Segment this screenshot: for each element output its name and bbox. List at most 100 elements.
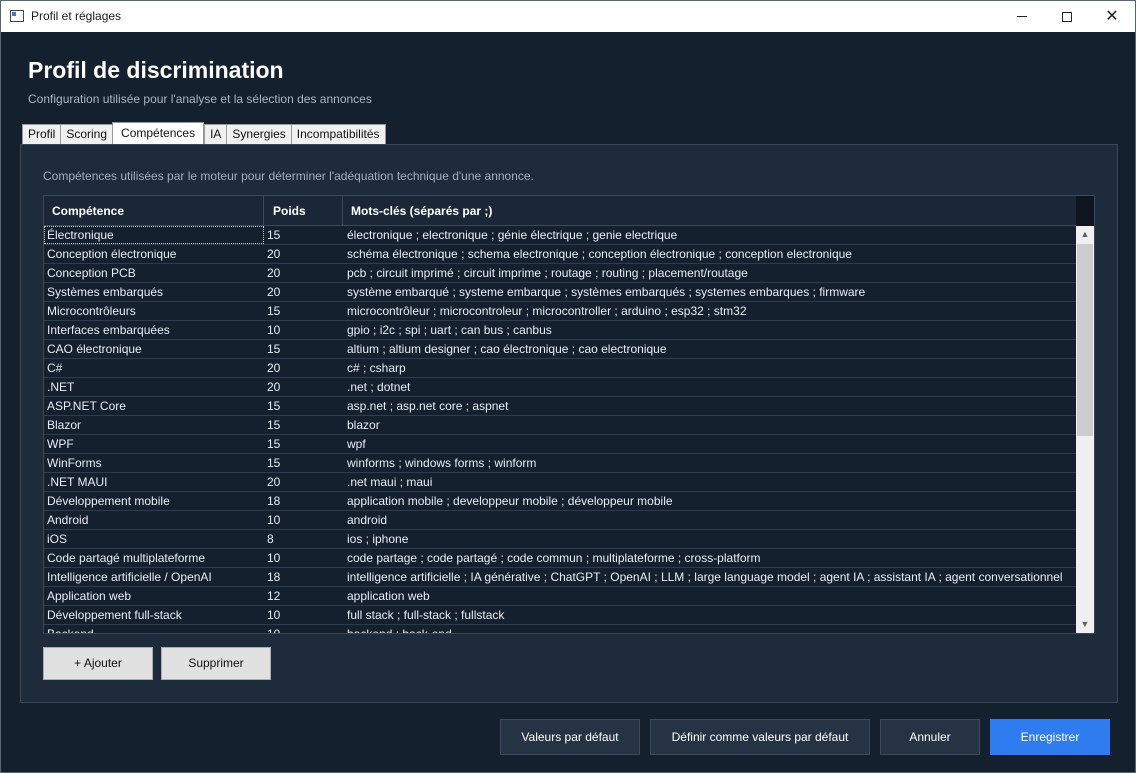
scrollbar-thumb[interactable] — [1077, 244, 1093, 436]
cell-poids[interactable]: 10 — [264, 321, 343, 339]
cell-mots-cles[interactable]: intelligence artificielle ; IA générativ… — [343, 568, 1076, 586]
cell-mots-cles[interactable]: électronique ; electronique ; génie élec… — [343, 226, 1076, 244]
cell-mots-cles[interactable]: microcontrôleur ; microcontroleur ; micr… — [343, 302, 1076, 320]
cell-mots-cles[interactable]: ios ; iphone — [343, 530, 1076, 548]
cell-competence[interactable]: .NET MAUI — [44, 473, 264, 491]
cell-competence[interactable]: Développement mobile — [44, 492, 264, 510]
cell-poids[interactable]: 20 — [264, 378, 343, 396]
cell-competence[interactable]: .NET — [44, 378, 264, 396]
cell-competence[interactable]: Développement full-stack — [44, 606, 264, 624]
cell-mots-cles[interactable]: c# ; csharp — [343, 359, 1076, 377]
tab-competences[interactable]: Compétences — [112, 122, 205, 145]
table-row[interactable]: ASP.NET Core 15 asp.net ; asp.net core ; a… — [44, 397, 1076, 416]
cell-poids[interactable]: 15 — [264, 397, 343, 415]
tab-ia[interactable]: IA — [204, 124, 227, 145]
cell-mots-cles[interactable]: .net ; dotnet — [343, 378, 1076, 396]
table-row[interactable]: Développement full-stack 10 full stack ; f… — [44, 606, 1076, 625]
cell-mots-cles[interactable]: wpf — [343, 435, 1076, 453]
table-row[interactable]: Intelligence artificielle / OpenAI 18 inte… — [44, 568, 1076, 587]
table-row[interactable]: Électronique 15 électronique ; electroniqu… — [44, 226, 1076, 245]
cell-competence[interactable]: Systèmes embarqués — [44, 283, 264, 301]
cell-poids[interactable]: 15 — [264, 302, 343, 320]
cell-mots-cles[interactable]: .net maui ; maui — [343, 473, 1076, 491]
add-button[interactable]: + Ajouter — [43, 647, 153, 680]
save-button[interactable]: Enregistrer — [990, 719, 1110, 755]
cell-competence[interactable]: Application web — [44, 587, 264, 605]
table-row[interactable]: Blazor 15 blazor — [44, 416, 1076, 435]
cell-poids[interactable]: 10 — [264, 625, 343, 633]
tab-profil[interactable]: Profil — [22, 124, 61, 145]
cell-poids[interactable]: 15 — [264, 340, 343, 358]
cell-poids[interactable]: 10 — [264, 549, 343, 567]
cell-mots-cles[interactable]: gpio ; i2c ; spi ; uart ; can bus ; canb… — [343, 321, 1076, 339]
table-row[interactable]: WinForms 15 winforms ; windows forms ; win… — [44, 454, 1076, 473]
cell-competence[interactable]: WinForms — [44, 454, 264, 472]
cell-competence[interactable]: Backend — [44, 625, 264, 633]
column-header-competence[interactable]: Compétence — [44, 196, 264, 226]
table-row[interactable]: Développement mobile 18 application mobile… — [44, 492, 1076, 511]
column-header-poids[interactable]: Poids — [264, 196, 343, 226]
cell-mots-cles[interactable]: application web — [343, 587, 1076, 605]
cell-competence[interactable]: C# — [44, 359, 264, 377]
table-row[interactable]: WPF 15 wpf — [44, 435, 1076, 454]
cell-competence[interactable]: Microcontrôleurs — [44, 302, 264, 320]
cancel-button[interactable]: Annuler — [880, 719, 980, 755]
tab-synergies[interactable]: Synergies — [226, 124, 291, 145]
cell-competence[interactable]: Blazor — [44, 416, 264, 434]
minimize-button[interactable] — [999, 1, 1045, 32]
table-row[interactable]: Android 10 android — [44, 511, 1076, 530]
cell-competence[interactable]: Intelligence artificielle / OpenAI — [44, 568, 264, 586]
cell-poids[interactable]: 10 — [264, 511, 343, 529]
cell-poids[interactable]: 15 — [264, 226, 343, 244]
cell-poids[interactable]: 15 — [264, 416, 343, 434]
table-row[interactable]: CAO électronique 15 altium ; altium design… — [44, 340, 1076, 359]
cell-mots-cles[interactable]: android — [343, 511, 1076, 529]
cell-competence[interactable]: Interfaces embarquées — [44, 321, 264, 339]
table-row[interactable]: Interfaces embarquées 10 gpio ; i2c ; spi … — [44, 321, 1076, 340]
cell-mots-cles[interactable]: altium ; altium designer ; cao électroni… — [343, 340, 1076, 358]
table-row[interactable]: iOS 8 ios ; iphone — [44, 530, 1076, 549]
cell-mots-cles[interactable]: full stack ; full-stack ; fullstack — [343, 606, 1076, 624]
cell-mots-cles[interactable]: winforms ; windows forms ; winform — [343, 454, 1076, 472]
cell-competence[interactable]: Électronique — [44, 226, 264, 244]
table-row[interactable]: Systèmes embarqués 20 système embarqué ; s… — [44, 283, 1076, 302]
cell-competence[interactable]: Conception PCB — [44, 264, 264, 282]
cell-mots-cles[interactable]: système embarqué ; systeme embarque ; sy… — [343, 283, 1076, 301]
table-row[interactable]: Application web 12 application web — [44, 587, 1076, 606]
cell-mots-cles[interactable]: blazor — [343, 416, 1076, 434]
cell-poids[interactable]: 20 — [264, 283, 343, 301]
cell-poids[interactable]: 8 — [264, 530, 343, 548]
cell-mots-cles[interactable]: backend ; back-end — [343, 625, 1076, 633]
table-row[interactable]: Conception PCB 20 pcb ; circuit imprimé ; … — [44, 264, 1076, 283]
vertical-scrollbar[interactable]: ▲ ▼ — [1076, 226, 1094, 633]
table-row[interactable]: C# 20 c# ; csharp — [44, 359, 1076, 378]
defaults-button[interactable]: Valeurs par défaut — [500, 719, 640, 755]
cell-poids[interactable]: 20 — [264, 473, 343, 491]
set-defaults-button[interactable]: Définir comme valeurs par défaut — [650, 719, 870, 755]
cell-competence[interactable]: ASP.NET Core — [44, 397, 264, 415]
table-row[interactable]: Backend10backend ; back-end — [44, 625, 1076, 633]
table-row[interactable]: Code partagé multiplateforme 10 code parta… — [44, 549, 1076, 568]
close-button[interactable]: ✕ — [1089, 1, 1135, 32]
cell-poids[interactable]: 18 — [264, 492, 343, 510]
table-row[interactable]: .NET MAUI 20 .net maui ; maui — [44, 473, 1076, 492]
table-row[interactable]: Microcontrôleurs 15 microcontrôleur ; micr… — [44, 302, 1076, 321]
cell-competence[interactable]: Code partagé multiplateforme — [44, 549, 264, 567]
table-row[interactable]: Conception électronique 20 schéma électron… — [44, 245, 1076, 264]
column-header-mots-cles[interactable]: Mots-clés (séparés par ;) — [343, 196, 1076, 226]
cell-mots-cles[interactable]: asp.net ; asp.net core ; aspnet — [343, 397, 1076, 415]
cell-poids[interactable]: 18 — [264, 568, 343, 586]
cell-poids[interactable]: 20 — [264, 359, 343, 377]
cell-competence[interactable]: Android — [44, 511, 264, 529]
tab-scoring[interactable]: Scoring — [60, 124, 113, 145]
cell-mots-cles[interactable]: code partage ; code partagé ; code commu… — [343, 549, 1076, 567]
scroll-up-icon[interactable]: ▲ — [1076, 226, 1094, 243]
cell-competence[interactable]: iOS — [44, 530, 264, 548]
maximize-button[interactable] — [1044, 1, 1090, 32]
cell-poids[interactable]: 20 — [264, 264, 343, 282]
cell-poids[interactable]: 12 — [264, 587, 343, 605]
cell-poids[interactable]: 15 — [264, 454, 343, 472]
cell-competence[interactable]: Conception électronique — [44, 245, 264, 263]
cell-poids[interactable]: 20 — [264, 245, 343, 263]
tab-incompatibilites[interactable]: Incompatibilités — [290, 124, 386, 145]
